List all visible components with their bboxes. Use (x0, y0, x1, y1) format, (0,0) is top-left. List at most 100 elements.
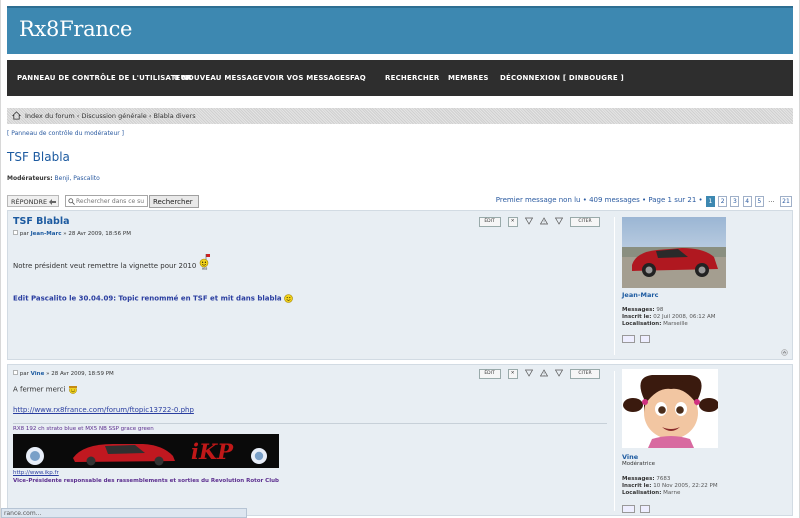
search-icon (68, 198, 75, 205)
topic-summary: • 409 messages • Page 1 sur 21 • (582, 196, 703, 204)
home-icon[interactable] (12, 111, 21, 120)
post-edit-note: Edit Pascalito le 30.04.09: Topic renomm… (13, 294, 293, 303)
joined-date: 02 Juil 2008, 06:12 AM (653, 314, 716, 320)
nav-view-messages[interactable]: VOIR VOS MESSAGES (264, 74, 350, 82)
first-unread-link[interactable]: Premier message non lu (496, 196, 581, 204)
post-icon[interactable] (13, 230, 18, 235)
messages-label: Messages: (622, 476, 655, 482)
info-icon[interactable] (554, 369, 564, 377)
signature-url[interactable]: http://www.ikp.fr (13, 470, 59, 476)
svg-text:ass: ass (202, 267, 208, 270)
location-value: Marseille (663, 321, 688, 327)
post-author[interactable]: Jean-Marc (31, 231, 62, 237)
quote-button[interactable]: CITER (570, 217, 600, 227)
search-input[interactable] (76, 196, 146, 206)
page-title[interactable]: TSF Blabla (7, 150, 70, 164)
post-author[interactable]: Vine (31, 371, 45, 377)
page-ellipsis: ... (768, 196, 775, 204)
nav-logout[interactable]: DÉCONNEXION [ DINBOUGRE ] (500, 74, 624, 82)
search-field[interactable] (65, 195, 148, 207)
moderators-list[interactable]: Benji, Pascalito (55, 175, 100, 182)
profile-name[interactable]: Jean-Marc (622, 291, 658, 299)
breadcrumb-blabla[interactable]: Blabla divers (154, 112, 196, 120)
post-icon[interactable] (13, 370, 18, 375)
profile-joined: Inscrit le: 10 Nov 2005, 22:22 PM (622, 483, 718, 489)
nav-search[interactable]: RECHERCHER (385, 74, 440, 82)
post-link[interactable]: http://www.rx8france.com/forum/ftopic137… (13, 406, 194, 414)
avatar[interactable] (622, 217, 726, 288)
nav-faq[interactable]: FAQ (350, 74, 366, 82)
page-1[interactable]: 1 (705, 196, 715, 207)
avatar[interactable] (622, 369, 718, 448)
report-icon[interactable]: ! (539, 217, 548, 225)
breadcrumb-forum-index[interactable]: Index du forum (25, 112, 75, 120)
breadcrumb-general-discussion[interactable]: Discussion générale (81, 112, 146, 120)
quote-button[interactable]: CITER (570, 369, 600, 379)
delete-button[interactable]: ✕ (507, 217, 518, 227)
joined-label: Inscrit le: (622, 483, 652, 489)
breadcrumb: Index du forum ‹ Discussion générale ‹ B… (7, 108, 793, 124)
report-icon[interactable]: ! (539, 369, 548, 377)
joined-label: Inscrit le: (622, 314, 652, 320)
moderators-label: Modérateurs: (7, 175, 53, 182)
reply-icon (49, 199, 57, 205)
post-meta-prefix: par (19, 371, 29, 377)
back-to-top-icon[interactable] (781, 349, 788, 356)
profile-name[interactable]: Vine (622, 453, 638, 461)
post: par Vine » 28 Avr 2009, 18:59 PM ÉDIT ✕ … (7, 364, 793, 516)
profile-icon[interactable] (622, 505, 635, 513)
signature-banner[interactable]: iKP (13, 434, 279, 468)
warn-user-icon[interactable] (524, 369, 533, 377)
page-4[interactable]: 4 (742, 196, 752, 207)
site-header: Rx8France (7, 6, 793, 54)
post-body-text: A fermer merci (13, 385, 66, 394)
main-nav: PANNEAU DE CONTRÔLE DE L'UTILISATEUR 0 N… (7, 60, 793, 96)
page-3[interactable]: 3 (730, 196, 740, 207)
moderator-panel-link[interactable]: [ Panneau de contrôle du modérateur ] (7, 130, 124, 137)
profile-rank: Modératrice (622, 461, 655, 467)
profile-icon[interactable] (622, 335, 635, 343)
page-2[interactable]: 2 (718, 196, 728, 207)
pagination: Premier message non lu • 409 messages • … (496, 196, 792, 208)
banner-text: iKP (191, 439, 234, 464)
svg-text:!: ! (543, 371, 545, 376)
nav-user-control-panel[interactable]: PANNEAU DE CONTRÔLE DE L'UTILISATEUR (17, 74, 192, 82)
page-5[interactable]: 5 (754, 196, 764, 207)
warn-user-icon[interactable] (524, 217, 533, 225)
smiley-flag-icon: ass (199, 254, 210, 271)
pm-icon[interactable] (640, 505, 650, 513)
post-title[interactable]: TSF Blabla (13, 216, 70, 227)
messages-count[interactable]: 7683 (656, 476, 670, 482)
svg-text:!: ! (543, 219, 545, 224)
profile-location: Localisation: Marseille (622, 321, 688, 327)
delete-button[interactable]: ✕ (507, 369, 518, 379)
breadcrumb-trail: Index du forum ‹ Discussion générale ‹ B… (25, 112, 196, 120)
page-21[interactable]: 21 (780, 196, 792, 207)
joined-date: 10 Nov 2005, 22:22 PM (653, 483, 718, 489)
signature-line: RX8 192 ch strato blue et MX5 NB SSP gra… (13, 426, 154, 432)
signature-separator (13, 423, 607, 424)
site-title[interactable]: Rx8France (19, 17, 132, 41)
post-divider (614, 217, 615, 355)
post-date: » 28 Avr 2009, 18:56 PM (63, 231, 131, 237)
edit-button[interactable]: ÉDIT (478, 217, 501, 227)
moderators-line: Modérateurs: Benji, Pascalito (7, 175, 100, 182)
nav-new-messages[interactable]: 0 NOUVEAU MESSAGE (174, 74, 263, 82)
signature-role: Vice-Présidente responsable des rassembl… (13, 478, 279, 484)
reply-button[interactable]: RÉPONDRE (7, 195, 59, 207)
post-date: » 28 Avr 2009, 18:59 PM (46, 371, 114, 377)
messages-count[interactable]: 98 (656, 307, 663, 313)
edit-button[interactable]: ÉDIT (478, 369, 501, 379)
search-button[interactable]: Rechercher (149, 195, 199, 208)
profile-messages: Messages: 7683 (622, 476, 670, 482)
profile-joined: Inscrit le: 02 Juil 2008, 06:12 AM (622, 314, 715, 320)
post-meta: par Vine » 28 Avr 2009, 18:59 PM (13, 370, 114, 377)
pm-icon[interactable] (640, 335, 650, 343)
post-meta-prefix: par (19, 231, 29, 237)
profile-buttons (622, 505, 662, 515)
location-label: Localisation: (622, 321, 662, 327)
post-meta: par Jean-Marc » 28 Avr 2009, 18:56 PM (13, 230, 131, 237)
post-body-text: Notre président veut remettre la vignett… (13, 262, 197, 270)
info-icon[interactable] (554, 217, 564, 225)
nav-members[interactable]: MEMBRES (448, 74, 489, 82)
